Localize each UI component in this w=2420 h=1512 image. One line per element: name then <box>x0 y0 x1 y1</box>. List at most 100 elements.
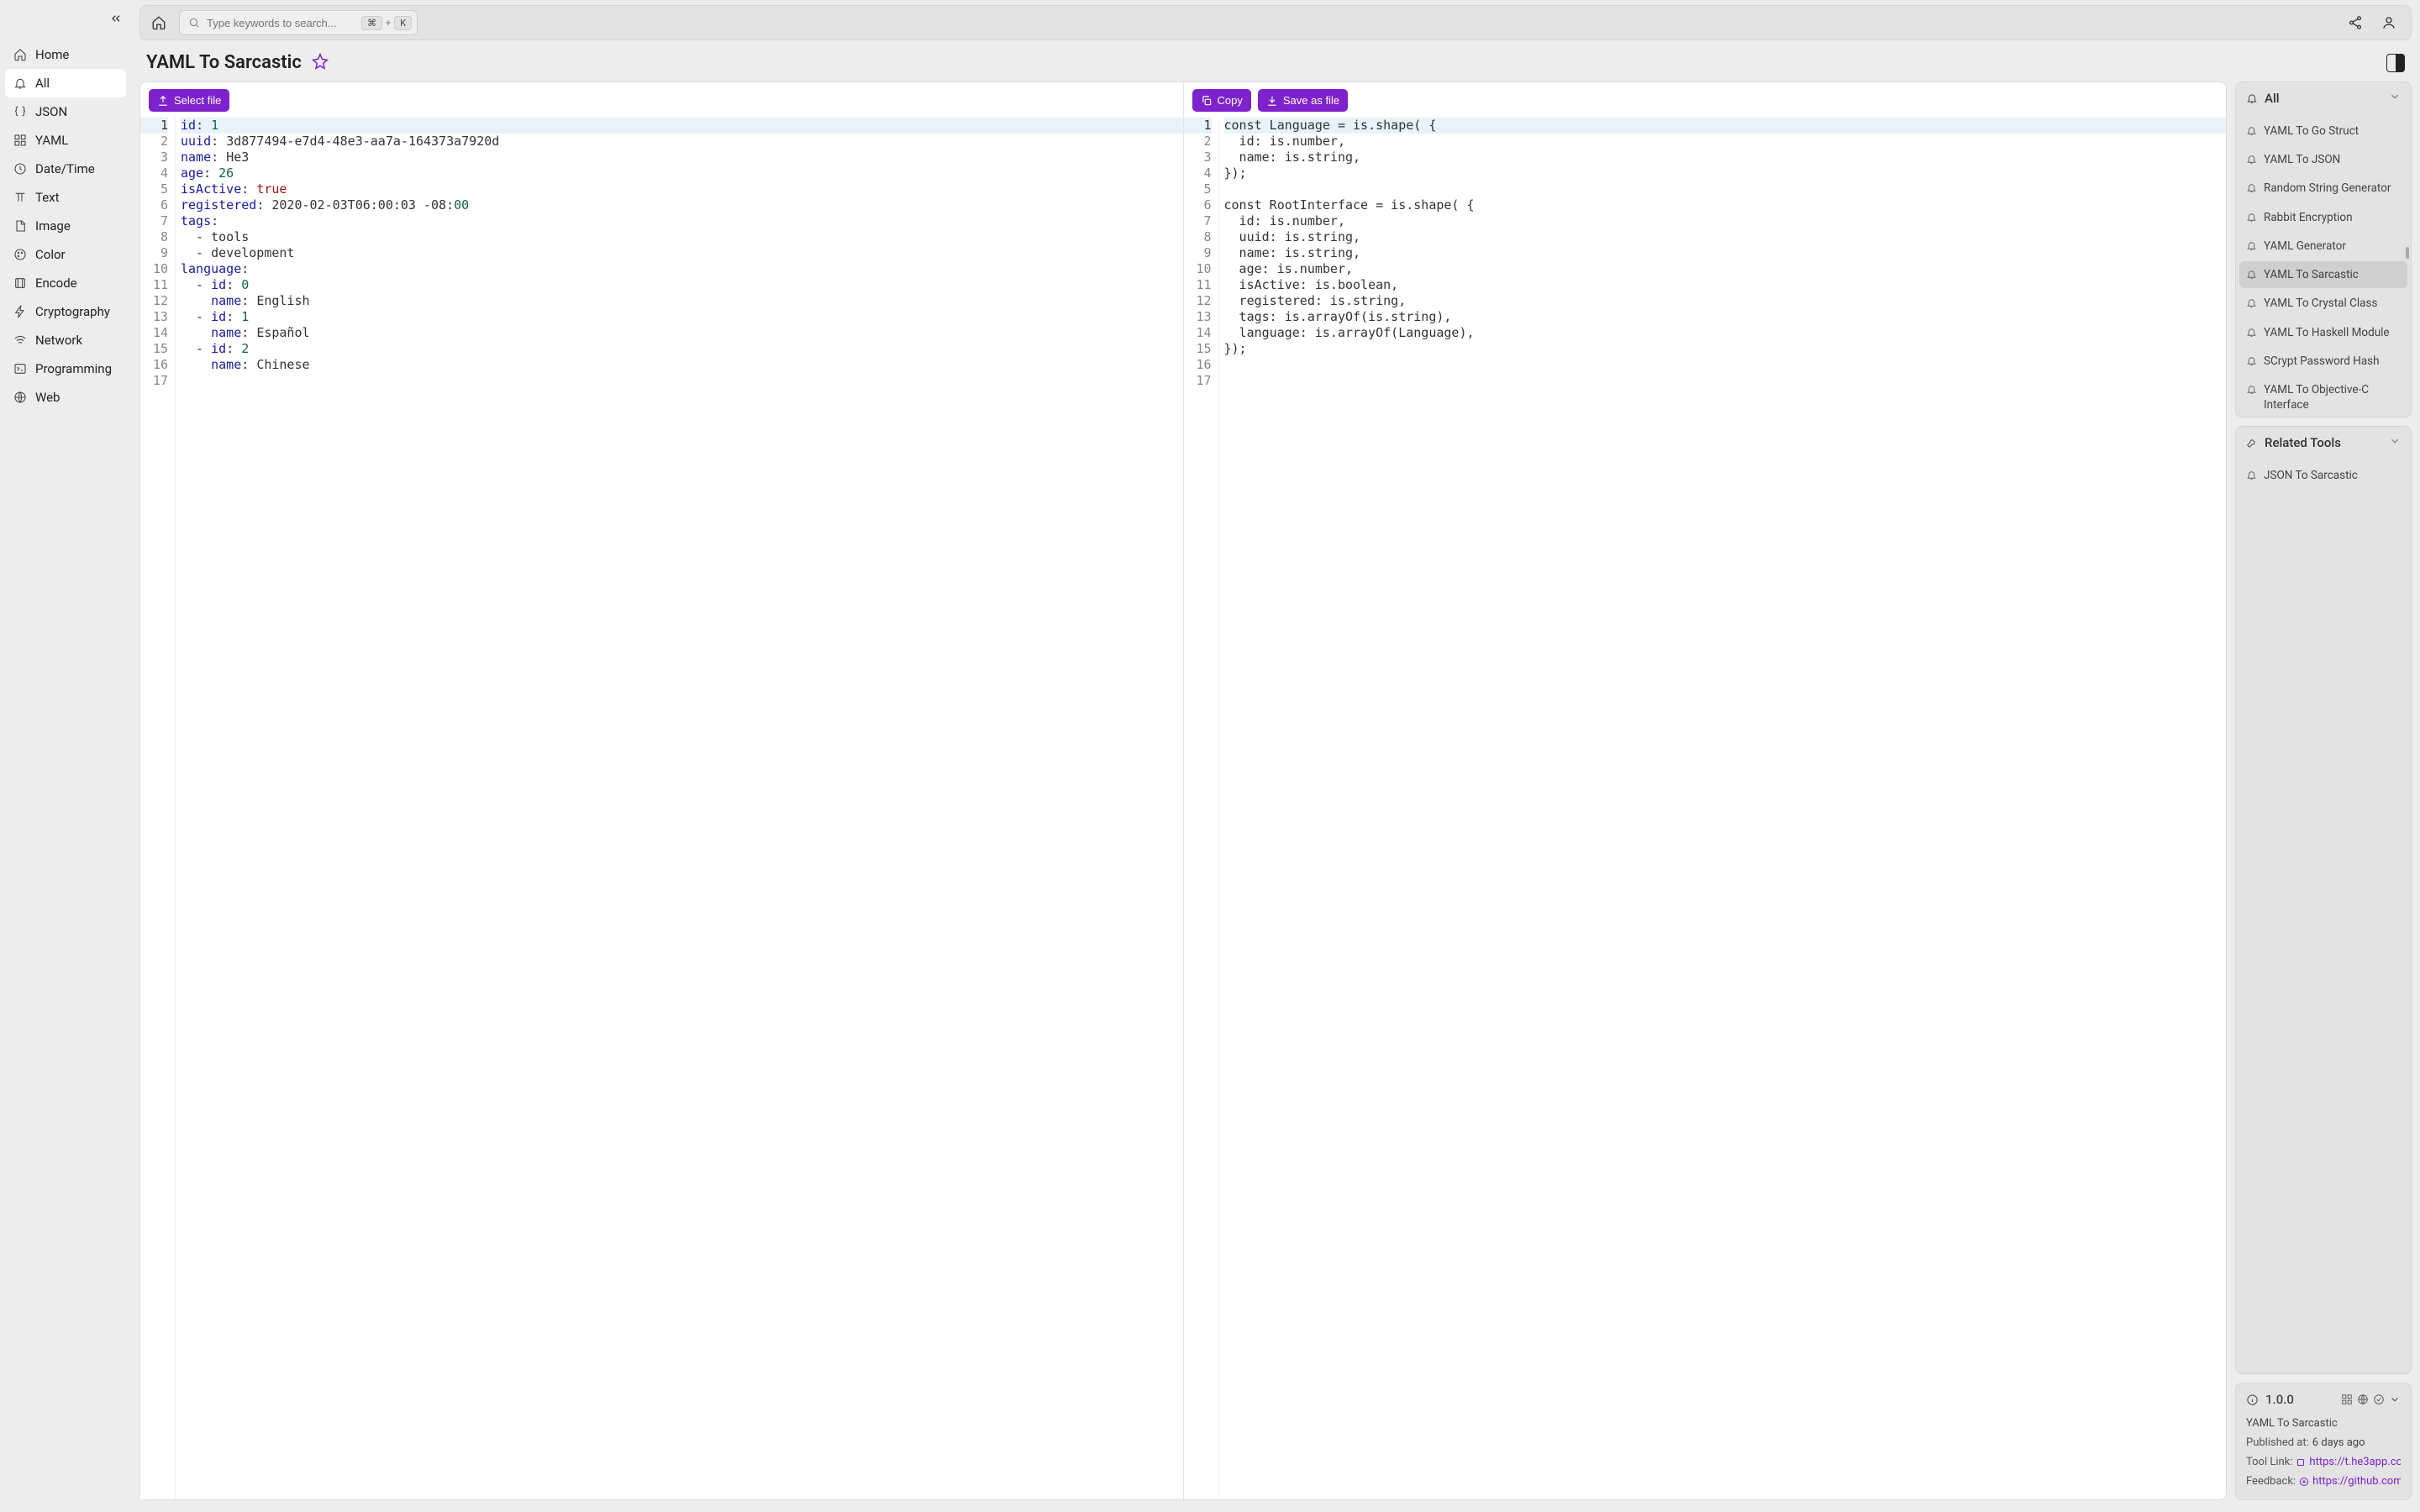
sidebar-item-home[interactable]: Home <box>5 40 126 69</box>
message-icon <box>2299 1477 2309 1487</box>
tool-item[interactable]: YAML Generator <box>2239 233 2407 260</box>
tool-item-label: YAML To Sarcastic <box>2264 267 2359 282</box>
sidebar-item-json[interactable]: JSON <box>5 97 126 126</box>
related-tools-panel: Related Tools JSON To Sarcastic <box>2235 426 2412 1374</box>
chevron-down-icon[interactable] <box>2389 1394 2401 1405</box>
all-tools-header[interactable]: All <box>2236 82 2411 114</box>
search-box[interactable]: ⌘ + K <box>179 10 418 35</box>
version-label: 1.0.0 <box>2265 1392 2294 1407</box>
sidebar-item-label: Encode <box>35 276 77 291</box>
copy-icon <box>1201 95 1213 107</box>
palette-icon <box>13 248 27 261</box>
sidebar-item-label: Text <box>35 190 60 205</box>
wrench-icon <box>2246 437 2258 449</box>
sidebar-item-label: Date/Time <box>35 161 95 176</box>
tool-item-label: YAML To Objective-C Interface <box>2264 382 2401 412</box>
all-tools-panel: All YAML To Go Struct YAML To JSON Random … <box>2235 81 2412 417</box>
main-area: ⌘ + K YAML To Sarcastic <box>131 0 2420 1512</box>
copy-button[interactable]: Copy <box>1192 89 1251 112</box>
tool-item[interactable]: YAML To Go Struct <box>2239 118 2407 144</box>
sidebar-item-label: Programming <box>35 361 112 376</box>
info-icon <box>2246 1394 2259 1406</box>
search-icon <box>188 17 200 29</box>
sidebar-item-label: JSON <box>35 104 67 119</box>
select-file-button[interactable]: Select file <box>149 89 229 112</box>
tool-item-label: YAML To Haskell Module <box>2264 325 2390 340</box>
sidebar-item-network[interactable]: Network <box>5 326 126 354</box>
sidebar-item-programming[interactable]: Programming <box>5 354 126 383</box>
tool-item[interactable]: Random String Generator <box>2239 175 2407 202</box>
tool-item-label: SCrypt Password Hash <box>2264 354 2380 369</box>
sidebar-item-image[interactable]: Image <box>5 212 126 240</box>
link-icon <box>2296 1457 2306 1467</box>
tool-item[interactable]: YAML To JSON <box>2239 146 2407 173</box>
chevron-down-icon <box>2389 435 2401 450</box>
tool-item-label: YAML To Crystal Class <box>2264 296 2377 311</box>
tool-link[interactable]: https://t.he3app.co… <box>2296 1456 2401 1468</box>
tool-item[interactable]: SCrypt Password Hash <box>2239 348 2407 375</box>
tool-item-label: YAML To Go Struct <box>2264 123 2359 139</box>
output-editor[interactable]: Copy Save as file 1234567891011121314151… <box>1183 82 2227 1499</box>
zap-icon <box>13 305 27 318</box>
search-input[interactable] <box>207 17 355 29</box>
published-value: 6 days ago <box>2312 1436 2365 1449</box>
tool-item[interactable]: YAML To Haskell Module <box>2239 319 2407 346</box>
tool-item-label: Rabbit Encryption <box>2264 210 2353 225</box>
sidebar-item-label: YAML <box>35 133 68 148</box>
bell-icon <box>13 76 27 90</box>
tool-item-label: YAML Generator <box>2264 239 2346 254</box>
sidebar-item-cryptography[interactable]: Cryptography <box>5 297 126 326</box>
check-circle-icon[interactable] <box>2373 1394 2385 1405</box>
tool-item-label: Random String Generator <box>2264 181 2391 196</box>
tool-item[interactable]: YAML To Objective-C Interface <box>2239 376 2407 417</box>
tool-item[interactable]: YAML To Crystal Class <box>2239 290 2407 317</box>
wifi-icon <box>13 333 27 347</box>
info-panel: 1.0.0 YAML To Sarcastic Published at: 6 … <box>2235 1383 2412 1500</box>
sidebar: Home All JSON YAML Date/Time Text Image Color En… <box>0 0 131 1512</box>
topbar: ⌘ + K <box>139 5 2412 40</box>
user-button[interactable] <box>2379 13 2399 33</box>
sidebar-item-all[interactable]: All <box>5 69 126 97</box>
bell-icon <box>2246 92 2258 104</box>
sidebar-item-yaml[interactable]: YAML <box>5 126 126 155</box>
editor-split: Select file 1234567891011121314151617 id… <box>139 81 2227 1500</box>
clock-icon <box>13 162 27 176</box>
grid-icon <box>13 134 27 147</box>
file-icon <box>13 219 27 233</box>
input-editor[interactable]: Select file 1234567891011121314151617 id… <box>140 82 1183 1499</box>
feedback-link[interactable]: https://github.com/… <box>2299 1475 2401 1488</box>
feedback-label: Feedback: <box>2246 1475 2296 1488</box>
fold-marker[interactable]: ⌄ <box>1219 197 1223 213</box>
tool-item[interactable]: Rabbit Encryption <box>2239 204 2407 231</box>
sidebar-item-label: Web <box>35 390 60 405</box>
related-tools-header[interactable]: Related Tools <box>2236 427 2411 459</box>
tool-item[interactable]: YAML To Sarcastic <box>2239 261 2407 288</box>
qr-icon[interactable] <box>2341 1394 2353 1405</box>
scrollbar-thumb[interactable] <box>2406 247 2409 259</box>
sidebar-item-label: All <box>35 76 50 91</box>
download-icon <box>1266 95 1278 107</box>
sidebar-item-web[interactable]: Web <box>5 383 126 412</box>
favorite-button[interactable] <box>312 53 329 73</box>
tool-item-label: JSON To Sarcastic <box>2264 468 2358 483</box>
related-tool-item[interactable]: JSON To Sarcastic <box>2239 462 2407 489</box>
sidebar-collapse-button[interactable] <box>109 12 123 29</box>
sidebar-item-text[interactable]: Text <box>5 183 126 212</box>
sidebar-item-label: Color <box>35 247 66 262</box>
sidebar-item-color[interactable]: Color <box>5 240 126 269</box>
search-shortcut: ⌘ + K <box>361 16 412 30</box>
share-button[interactable] <box>2345 13 2365 33</box>
save-as-file-button[interactable]: Save as file <box>1258 89 1348 112</box>
globe-icon[interactable] <box>2357 1394 2369 1405</box>
sidebar-item-date-time[interactable]: Date/Time <box>5 155 126 183</box>
fold-marker[interactable]: ⌄ <box>1219 118 1223 134</box>
published-label: Published at: <box>2246 1436 2309 1449</box>
home-button[interactable] <box>147 11 171 34</box>
hash-icon <box>13 276 27 290</box>
terminal-icon <box>13 362 27 375</box>
sidebar-item-label: Image <box>35 218 71 234</box>
panel-toggle-button[interactable] <box>2386 54 2405 72</box>
sidebar-item-encode[interactable]: Encode <box>5 269 126 297</box>
chevron-down-icon <box>2389 91 2401 106</box>
home-icon <box>13 48 27 61</box>
